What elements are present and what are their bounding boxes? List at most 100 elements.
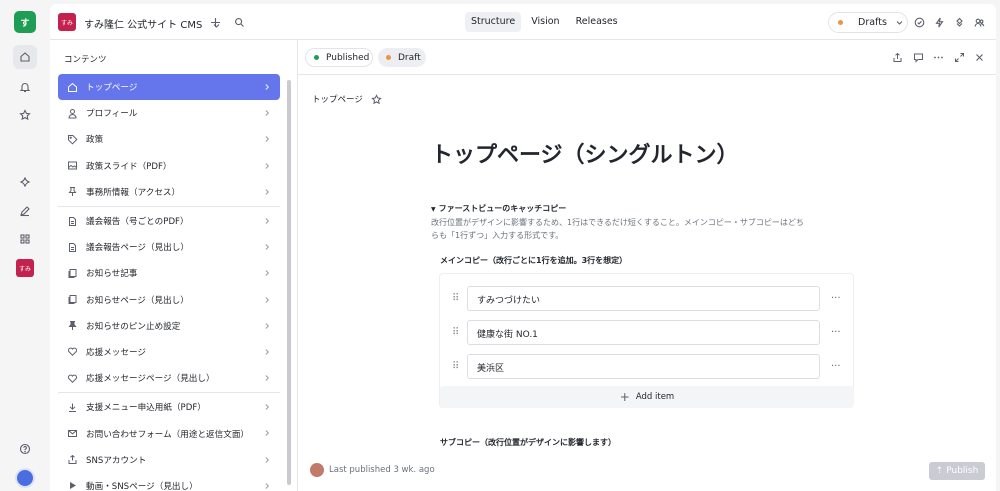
field-description: 改行位置がデザインに影響するため、1行はできるだけ短くすること。メインコピー・サ… (431, 218, 804, 240)
caret-down-icon: ▼ (431, 206, 436, 213)
add-icon[interactable] (206, 13, 224, 31)
copy-icon (66, 267, 78, 279)
sidebar-scrollbar[interactable] (287, 80, 291, 485)
published-status-pill[interactable]: Published (305, 48, 373, 67)
sidebar-item-council-report[interactable]: 議会報告（号ごとのPDF） (58, 208, 280, 234)
more-icon[interactable]: ··· (831, 293, 841, 304)
chevron-right-icon (262, 321, 272, 331)
sidebar-item-label: 支援メニュー申込用紙（PDF） (86, 403, 206, 414)
document-status-bar: Published Draft (298, 40, 996, 75)
comment-icon[interactable] (911, 50, 925, 64)
workspace-avatar[interactable]: すみ (16, 259, 34, 277)
star-icon[interactable] (371, 93, 382, 105)
sidebar-item-council-report-page[interactable]: 議会報告ページ（見出し） (58, 234, 280, 260)
sparkle-icon[interactable] (13, 170, 37, 194)
main-copy-label: メインコピー（改行ごとに1行を追加。3行を想定） (440, 256, 628, 265)
bolt-icon[interactable] (930, 13, 948, 31)
sidebar-item-contact-form[interactable]: お問い合わせフォーム（用途と返信文面） (58, 420, 280, 446)
more-icon[interactable] (931, 50, 945, 64)
add-item-button[interactable]: + Add item (440, 386, 854, 408)
workspace-icon[interactable]: すみ (58, 13, 76, 31)
list-item: ⠿ 美浜区 ··· (448, 354, 848, 379)
page-title: トップページ（シングルトン） (431, 143, 739, 168)
sidebar-item-top-page[interactable]: トップページ (58, 74, 280, 101)
doc-icon (66, 215, 78, 227)
sidebar-item-news-pin[interactable]: お知らせのピン止め設定 (58, 313, 280, 339)
sidebar-item-support-form[interactable]: 支援メニュー申込用紙（PDF） (58, 394, 280, 420)
search-icon[interactable] (230, 13, 248, 31)
doc-icon (66, 241, 78, 253)
sidebar-item-label: SNSアカウント (86, 455, 147, 466)
download-icon (66, 401, 78, 413)
draft-dot-icon (386, 55, 391, 60)
bell-icon[interactable] (13, 75, 37, 99)
published-label: Published (326, 52, 370, 63)
more-icon[interactable]: ··· (831, 361, 841, 372)
sidebar-item-office-info[interactable]: 事務所情報（アクセス） (58, 179, 280, 205)
add-icon: + (619, 390, 630, 404)
tab-vision[interactable]: Vision (525, 12, 565, 32)
sidebar-item-support-message-page[interactable]: 応援メッセージページ（見出し） (58, 365, 280, 391)
user-avatar[interactable] (15, 468, 35, 488)
sidebar-item-sns-accounts[interactable]: SNSアカウント (58, 447, 280, 473)
sidebar-item-news-page[interactable]: お知らせページ（見出し） (58, 287, 280, 313)
breadcrumb-label: トップページ (312, 95, 363, 105)
chevron-right-icon (262, 455, 272, 465)
app-rail: す すみ (0, 0, 50, 491)
draft-status-pill[interactable]: Draft (378, 48, 426, 67)
list-item: ⠿ すみつづけたい ··· (448, 286, 848, 311)
workspace-title[interactable]: すみ隆仁 公式サイト CMS (84, 16, 221, 31)
drag-handle-icon[interactable]: ⠿ (452, 293, 459, 304)
sidebar-list: トップページ プロフィール 政策 政策スライド（PDF） 事務所情報（アクセス）… (58, 74, 280, 491)
sidebar-item-support-message[interactable]: 応援メッセージ (58, 339, 280, 365)
tab-releases[interactable]: Releases (570, 12, 624, 32)
sidebar-item-profile[interactable]: プロフィール (58, 100, 280, 126)
author-avatar (310, 463, 324, 477)
expand-icon[interactable] (952, 50, 966, 64)
share-icon (66, 454, 78, 466)
chevron-right-icon (262, 373, 272, 383)
sidebar-item-label: お知らせ記事 (86, 269, 138, 280)
check-circle-icon[interactable] (910, 13, 928, 31)
release-selector[interactable]: Drafts (828, 12, 908, 33)
home-icon[interactable] (13, 45, 37, 69)
people-icon[interactable] (970, 13, 988, 31)
array-item-input[interactable]: 健康な街 NO.1 (467, 320, 820, 345)
chevron-right-icon (262, 295, 272, 305)
chevron-right-icon (262, 134, 272, 144)
star-icon[interactable] (13, 103, 37, 127)
publish-label: Publish (946, 466, 979, 476)
last-published-text: Last published 3 wk. ago (329, 465, 435, 475)
sidebar-item-video-sns-page[interactable]: 動画・SNSページ（見出し） (58, 473, 280, 491)
image-icon (66, 160, 78, 172)
sidebar-item-news[interactable]: お知らせ記事 (58, 260, 280, 286)
help-icon[interactable] (13, 437, 37, 461)
chevron-right-icon (262, 161, 272, 171)
plugin-icon[interactable] (950, 13, 968, 31)
home-icon (66, 81, 78, 93)
array-item-input[interactable]: 美浜区 (467, 354, 820, 379)
drag-handle-icon[interactable]: ⠿ (452, 327, 459, 338)
chevron-down-icon (895, 18, 904, 27)
close-icon[interactable] (972, 50, 986, 64)
more-icon[interactable]: ··· (831, 327, 841, 338)
mail-icon (66, 428, 78, 440)
app-logo[interactable]: す (14, 11, 36, 33)
publish-button[interactable]: ⇡ Publish (929, 462, 985, 480)
sidebar-divider (58, 392, 280, 394)
sidebar-item-label: 動画・SNSページ（見出し） (86, 481, 198, 491)
share-icon[interactable] (890, 50, 904, 64)
sidebar-item-label: トップページ (86, 83, 138, 94)
sidebar-item-label: 応援メッセージ (86, 347, 146, 358)
field-label[interactable]: ▼ ファーストビューのキャッチコピー (431, 203, 566, 214)
sidebar-heading: コンテンツ (64, 55, 107, 65)
grid-icon[interactable] (13, 227, 37, 251)
tab-structure[interactable]: Structure (465, 12, 522, 32)
array-item-input[interactable]: すみつづけたい (467, 286, 820, 311)
sidebar-item-policy-slides[interactable]: 政策スライド（PDF） (58, 153, 280, 179)
top-bar: すみ すみ隆仁 公式サイト CMS Structure Vision Relea… (50, 4, 996, 40)
pen-icon[interactable] (13, 199, 37, 223)
sidebar-item-policy[interactable]: 政策 (58, 126, 280, 152)
drag-handle-icon[interactable]: ⠿ (452, 361, 459, 372)
chevron-right-icon (262, 82, 272, 92)
